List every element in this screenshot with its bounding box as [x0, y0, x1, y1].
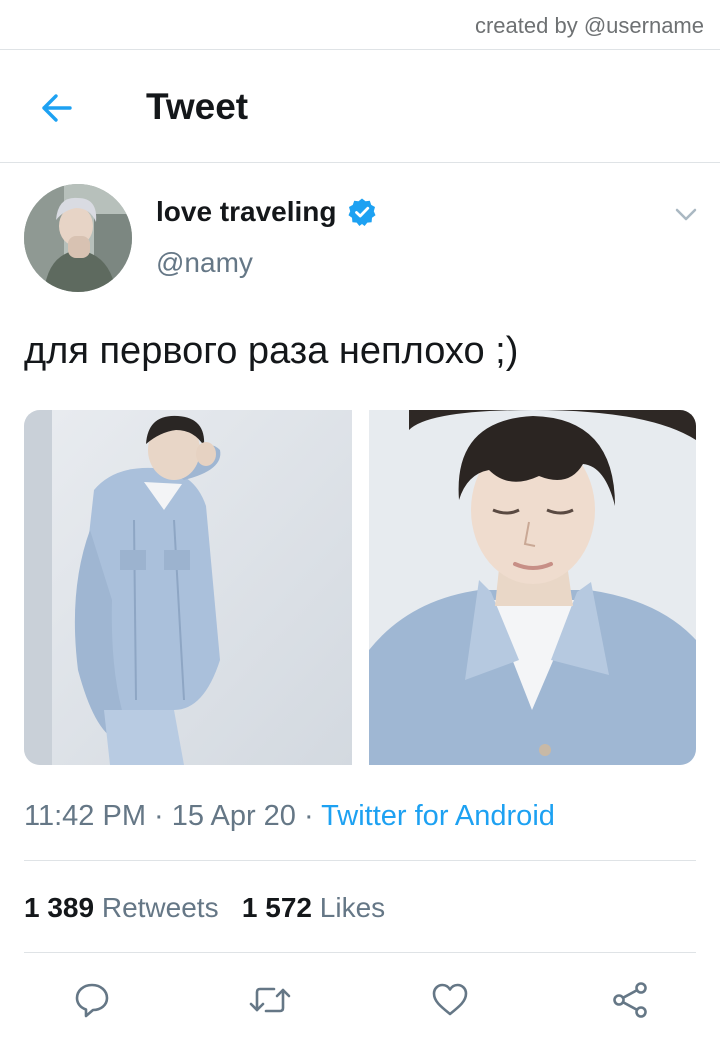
avatar[interactable]: [24, 184, 132, 292]
likes-stat[interactable]: 1 572 Likes: [242, 892, 385, 923]
back-button[interactable]: [34, 86, 78, 130]
tweet-stats: 1 389 Retweets 1 572 Likes: [24, 892, 385, 924]
watermark: created by @username: [474, 13, 704, 38]
likes-label: Likes: [319, 892, 386, 923]
share-button[interactable]: [608, 978, 652, 1022]
tweet-photo-1[interactable]: [24, 410, 352, 765]
heart-icon: [432, 983, 468, 1016]
likes-count: 1 572: [241, 892, 312, 923]
like-button[interactable]: [428, 978, 472, 1022]
tweet-meta: 11:42 PM · 15 Apr 20 · Twitter for Andro…: [24, 800, 555, 833]
retweet-icon: [249, 987, 291, 1013]
retweets-count: 1 389: [24, 892, 95, 923]
photo-portrait: [369, 410, 696, 765]
verified-badge-icon: [348, 198, 376, 226]
meta-separator: ·: [145, 800, 172, 832]
tweet-text: для первого раза неплохо ;): [24, 330, 519, 372]
meta-separator: ·: [295, 800, 322, 832]
tweet-photo-2[interactable]: [369, 410, 696, 765]
stats-divider: [24, 952, 696, 953]
retweets-stat[interactable]: 1 389 Retweets: [24, 892, 219, 923]
author-handle[interactable]: @namy: [156, 247, 253, 279]
page-title: Tweet: [146, 86, 249, 127]
tweet-time: 11:42 PM: [24, 800, 146, 832]
chevron-down-icon: [675, 208, 697, 221]
tweet-actions: [0, 970, 720, 1030]
reply-icon: [75, 983, 109, 1018]
retweets-label: Retweets: [101, 892, 219, 923]
author-name-row[interactable]: love traveling: [156, 196, 377, 228]
meta-divider: [24, 860, 696, 861]
retweet-button[interactable]: [248, 978, 292, 1022]
share-icon: [613, 982, 647, 1018]
header-divider: [0, 162, 720, 163]
top-divider: [0, 49, 720, 50]
tweet-source-link[interactable]: Twitter for Android: [321, 800, 555, 832]
reply-button[interactable]: [70, 978, 114, 1022]
photo-full-body: [24, 410, 352, 765]
header: Tweet: [0, 52, 720, 162]
tweet-date: 15 Apr 20: [171, 800, 296, 832]
arrow-left-icon: [42, 94, 72, 122]
tweet-options-button[interactable]: [668, 200, 704, 230]
display-name: love traveling: [156, 196, 337, 227]
avatar-image: [24, 184, 132, 292]
